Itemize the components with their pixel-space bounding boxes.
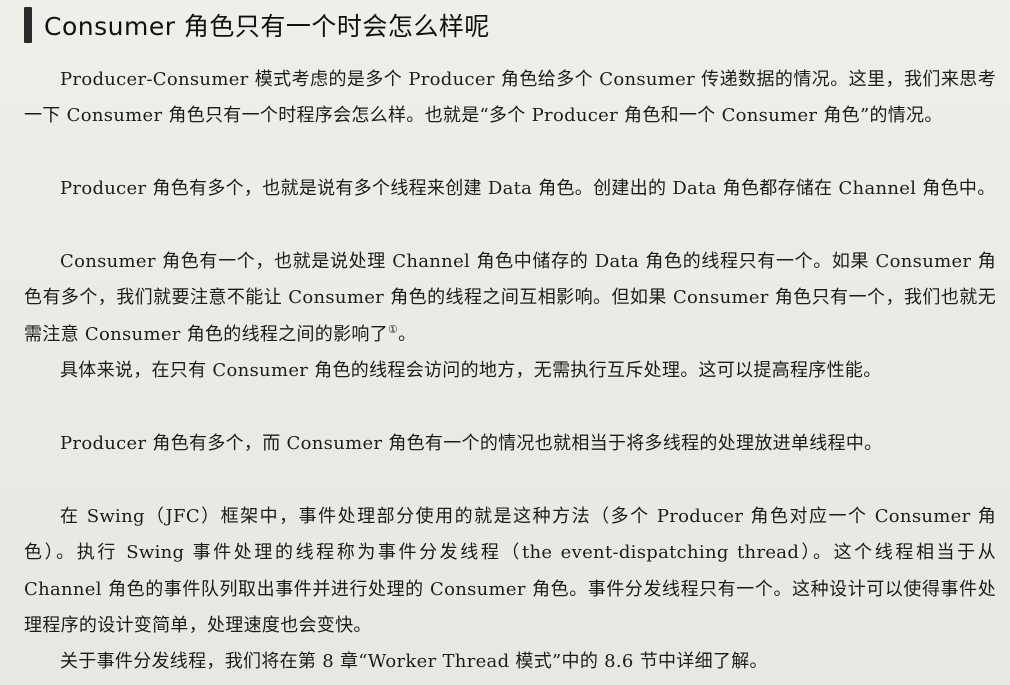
paragraph-2: Producer 角色有多个，也就是说有多个线程来创建 Data 角色。创建出的… [60, 178, 996, 199]
paragraph-4: 具体来说，在只有 Consumer 角色的线程会访问的地方，无需执行互斥处理。这… [60, 360, 882, 381]
paragraph-3-end: 。 [398, 323, 417, 345]
section-heading: Consumer 角色只有一个时会怎么样呢 [24, 6, 490, 44]
paragraph-6: 在 Swing（JFC）框架中，事件处理部分使用的就是这种方法（多个 Produ… [24, 506, 996, 636]
paragraph-3-text: Consumer 角色有一个，也就是说处理 Channel 角色中储存的 Dat… [24, 251, 996, 345]
paragraph-5: Producer 角色有多个，而 Consumer 角色有一个的情况也就相当于将… [60, 433, 883, 454]
paragraph-1: Producer-Consumer 模式考虑的是多个 Producer 角色给多… [24, 69, 996, 127]
document-page: Consumer 角色只有一个时会怎么样呢 Producer-Consumer … [0, 0, 1010, 685]
paragraph-7: 关于事件分发线程，我们将在第 8 章“Worker Thread 模式”中的 8… [60, 651, 768, 672]
heading-title: Consumer 角色只有一个时会怎么样呢 [44, 12, 490, 41]
heading-marker-bar [24, 7, 32, 43]
paragraph-3: Consumer 角色有一个，也就是说处理 Channel 角色中储存的 Dat… [24, 244, 996, 353]
footnote-marker: ① [388, 322, 399, 336]
